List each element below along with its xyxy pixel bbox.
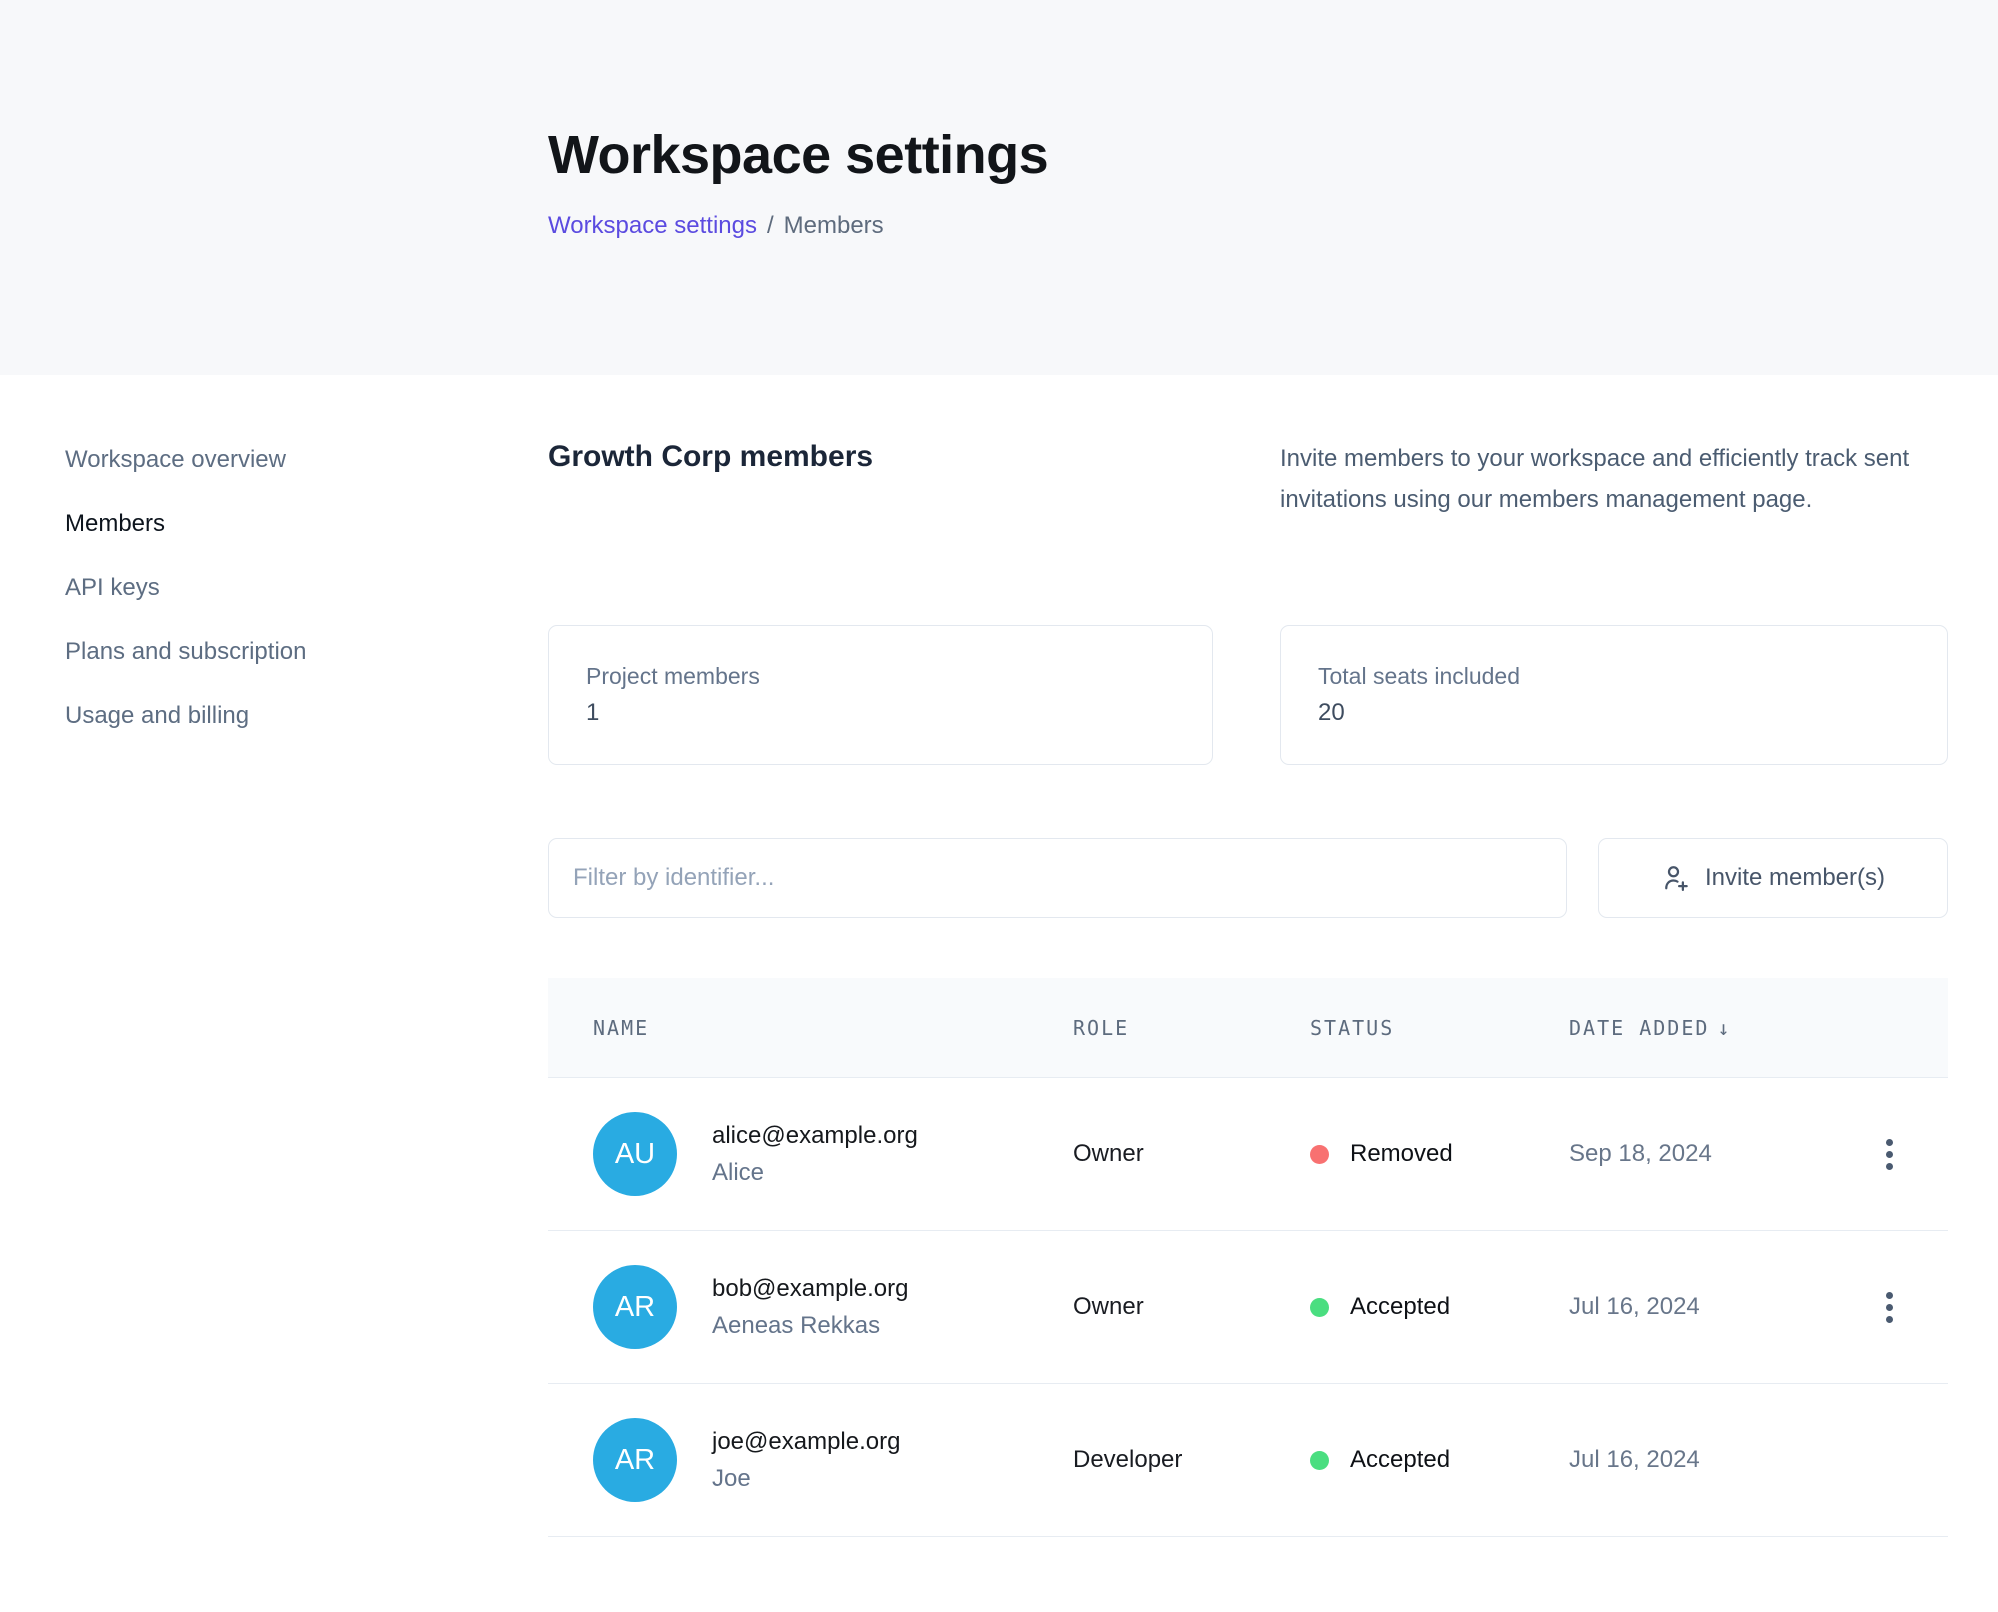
- status-dot-accepted: [1310, 1298, 1329, 1317]
- total-seats-label: Total seats included: [1318, 663, 1947, 690]
- invite-members-button-label: Invite member(s): [1705, 864, 1885, 892]
- column-header-role[interactable]: ROLE: [1073, 1016, 1310, 1040]
- row-actions-kebab-icon[interactable]: [1878, 1131, 1901, 1178]
- sort-descending-icon: ↓: [1717, 1016, 1729, 1040]
- sidebar-item-api-keys[interactable]: API keys: [65, 570, 306, 605]
- total-seats-card: Total seats included 20: [1280, 625, 1948, 765]
- member-date-added: Jul 16, 2024: [1569, 1446, 1830, 1474]
- member-email: joe@example.org: [712, 1428, 900, 1456]
- row-actions-kebab-icon[interactable]: [1878, 1284, 1901, 1331]
- breadcrumb-separator: /: [767, 212, 774, 239]
- table-row: AR bob@example.org Aeneas Rekkas Owner A…: [548, 1231, 1948, 1384]
- settings-sidebar: Workspace overview Members API keys Plan…: [65, 442, 306, 733]
- members-section-heading: Growth Corp members: [548, 440, 873, 474]
- breadcrumb-current: Members: [784, 212, 884, 239]
- member-date-added: Sep 18, 2024: [1569, 1140, 1830, 1168]
- member-fullname: Joe: [712, 1465, 900, 1493]
- breadcrumb-link-workspace-settings[interactable]: Workspace settings: [548, 212, 757, 239]
- sidebar-item-plans-and-subscription[interactable]: Plans and subscription: [65, 634, 306, 669]
- avatar: AU: [593, 1112, 677, 1196]
- member-role: Owner: [1073, 1293, 1310, 1321]
- sidebar-item-members[interactable]: Members: [65, 506, 306, 541]
- avatar: AR: [593, 1418, 677, 1502]
- breadcrumb: Workspace settings / Members: [548, 212, 884, 240]
- member-status-cell: Accepted: [1310, 1446, 1569, 1474]
- filter-by-identifier-input[interactable]: [548, 838, 1567, 918]
- project-members-value: 1: [586, 699, 1212, 727]
- column-header-name[interactable]: NAME: [548, 1016, 1073, 1040]
- sidebar-item-usage-and-billing[interactable]: Usage and billing: [65, 698, 306, 733]
- members-section-description: Invite members to your workspace and eff…: [1280, 438, 1952, 520]
- status-dot-accepted: [1310, 1451, 1329, 1470]
- table-row: AU alice@example.org Alice Owner Removed…: [548, 1078, 1948, 1231]
- member-email: bob@example.org: [712, 1275, 908, 1303]
- avatar: AR: [593, 1265, 677, 1349]
- status-dot-removed: [1310, 1145, 1329, 1164]
- project-members-label: Project members: [586, 663, 1212, 690]
- member-status: Accepted: [1350, 1293, 1450, 1321]
- column-header-date-added[interactable]: DATE ADDED↓: [1569, 1016, 1830, 1040]
- member-name-cell: AU alice@example.org Alice: [548, 1112, 1073, 1196]
- member-status: Accepted: [1350, 1446, 1450, 1474]
- total-seats-value: 20: [1318, 699, 1947, 727]
- members-table: NAME ROLE STATUS DATE ADDED↓ AU alice@ex…: [548, 978, 1948, 1537]
- member-fullname: Aeneas Rekkas: [712, 1312, 908, 1340]
- member-role: Owner: [1073, 1140, 1310, 1168]
- member-email: alice@example.org: [712, 1122, 918, 1150]
- column-header-status[interactable]: STATUS: [1310, 1016, 1569, 1040]
- member-status: Removed: [1350, 1140, 1453, 1168]
- page-title: Workspace settings: [548, 124, 1048, 186]
- member-role: Developer: [1073, 1446, 1310, 1474]
- member-name-cell: AR bob@example.org Aeneas Rekkas: [548, 1265, 1073, 1349]
- member-status-cell: Accepted: [1310, 1293, 1569, 1321]
- table-header-row: NAME ROLE STATUS DATE ADDED↓: [548, 978, 1948, 1078]
- invite-members-button[interactable]: Invite member(s): [1598, 838, 1948, 918]
- member-status-cell: Removed: [1310, 1140, 1569, 1168]
- workspace-settings-page: Workspace settings Workspace settings / Me…: [0, 0, 1998, 1612]
- member-name-cell: AR joe@example.org Joe: [548, 1418, 1073, 1502]
- member-fullname: Alice: [712, 1159, 918, 1187]
- hero-band: [0, 0, 1998, 375]
- project-members-card: Project members 1: [548, 625, 1213, 765]
- user-plus-icon: [1661, 863, 1691, 893]
- table-row: AR joe@example.org Joe Developer Accepte…: [548, 1384, 1948, 1537]
- sidebar-item-workspace-overview[interactable]: Workspace overview: [65, 442, 306, 477]
- member-date-added: Jul 16, 2024: [1569, 1293, 1830, 1321]
